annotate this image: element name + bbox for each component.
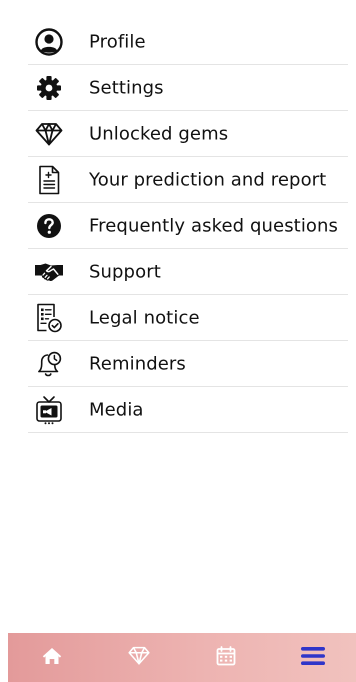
menu-item-legal-notice[interactable]: Legal notice [0,295,356,341]
menu-item-faq[interactable]: Frequently asked questions [0,203,356,249]
menu-list: Profile Settings Unlocked gems Your pred… [0,19,356,433]
menu-item-label: Reminders [89,353,186,375]
calendar-icon [216,645,236,670]
tv-icon [34,395,64,425]
home-icon [42,647,62,669]
gem-icon [127,646,150,669]
menu-item-label: Frequently asked questions [89,215,339,237]
bell-clock-icon [34,349,64,379]
menu-item-profile[interactable]: Profile [0,19,356,65]
menu-item-settings[interactable]: Settings [0,65,356,111]
tab-home[interactable] [8,633,95,682]
menu-item-support[interactable]: Support [0,249,356,295]
menu-item-label: Media [89,399,144,421]
question-icon [34,211,64,241]
menu-item-media[interactable]: Media [0,387,356,433]
document-icon [34,165,64,195]
tab-gems[interactable] [95,633,182,682]
bottom-tab-bar [8,633,356,682]
menu-item-label: Unlocked gems [89,123,229,145]
tab-menu[interactable] [269,633,356,682]
menu-item-label: Profile [89,31,146,53]
menu-item-label: Support [89,261,161,283]
menu-item-prediction-report[interactable]: Your prediction and report [0,157,356,203]
handshake-icon [34,257,64,287]
app-screen: Profile Settings Unlocked gems Your pred… [0,0,356,682]
menu-item-label: Legal notice [89,307,200,329]
menu-item-reminders[interactable]: Reminders [0,341,356,387]
gear-icon [34,73,64,103]
tab-calendar[interactable] [182,633,269,682]
menu-item-unlocked-gems[interactable]: Unlocked gems [0,111,356,157]
gem-icon [34,119,64,149]
menu-item-label: Your prediction and report [89,169,327,191]
legal-document-icon [34,303,64,333]
hamburger-menu-icon [300,645,326,671]
menu-item-label: Settings [89,77,164,99]
profile-icon [34,27,64,57]
